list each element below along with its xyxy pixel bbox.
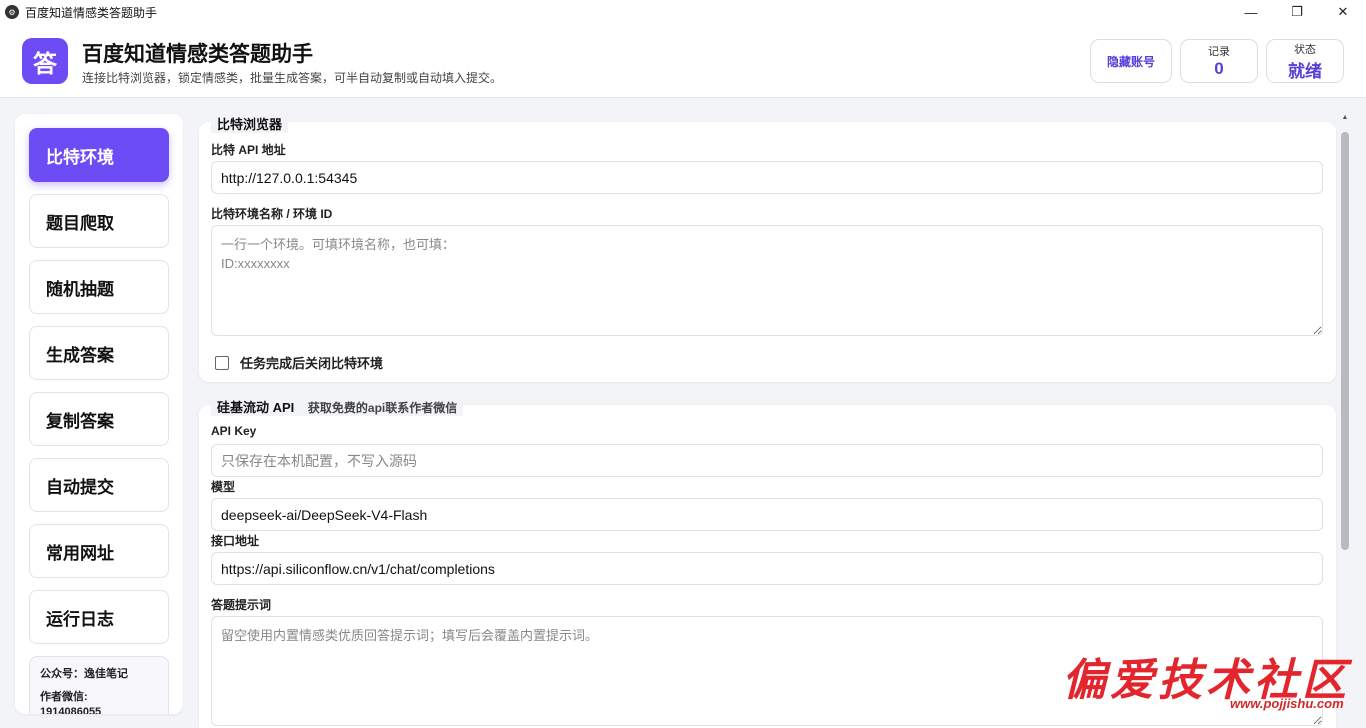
status-indicator: 状态 就绪 — [1266, 39, 1344, 83]
record-counter: 记录 0 — [1180, 39, 1258, 83]
watermark-url: www.pojjishu.com — [1230, 696, 1344, 711]
window-controls: — ❐ ✕ — [1228, 0, 1366, 24]
app-title: 百度知道情感类答题助手 — [82, 43, 313, 66]
bit-api-label: 比特 API 地址 — [211, 143, 286, 157]
public-account-text: 公众号：逸佳笔记 — [40, 668, 128, 680]
author-wechat-value: 1914086055 — [40, 706, 102, 714]
scroll-up-arrow-icon[interactable]: ▲ — [1341, 114, 1349, 122]
api-hint-text: 获取免费的api联系作者微信 — [307, 401, 458, 415]
silicon-api-legend: 硅基流动 API 获取免费的api联系作者微信 — [211, 397, 464, 416]
sidebar-item-run-log[interactable]: 运行日志 — [29, 590, 169, 644]
bit-browser-legend: 比特浏览器 — [211, 114, 289, 133]
author-info: 公众号：逸佳笔记 作者微信: 1914086055 — [29, 656, 169, 714]
endpoint-input[interactable] — [211, 552, 1323, 585]
close-env-option: 任务完成后关闭比特环境 — [215, 353, 383, 372]
sidebar-nav: 比特环境 题目爬取 随机抽题 生成答案 复制答案 自动提交 常用网址 运行日志 … — [15, 114, 183, 714]
bit-browser-panel: 比特浏览器 比特 API 地址 比特环境名称 / 环境 ID 任务完成后关闭比特… — [199, 114, 1336, 382]
bit-env-textarea[interactable] — [211, 225, 1323, 336]
prompt-label: 答题提示词 — [211, 598, 272, 612]
main-scrollbar[interactable]: ▲ — [1340, 114, 1350, 714]
sidebar-item-common-urls[interactable]: 常用网址 — [29, 524, 169, 578]
model-input[interactable] — [211, 498, 1323, 531]
window-titlebar: ⚙ 百度知道情感类答题助手 — ❐ ✕ — [0, 0, 1366, 24]
record-value: 0 — [1214, 59, 1224, 78]
close-env-checkbox[interactable] — [215, 355, 229, 370]
sidebar-item-auto-submit[interactable]: 自动提交 — [29, 458, 169, 512]
close-button[interactable]: ✕ — [1320, 0, 1366, 24]
api-key-label: API Key — [211, 424, 257, 438]
api-key-input[interactable] — [211, 444, 1323, 477]
app-icon: ⚙ — [5, 5, 19, 19]
site-watermark: 偏爱技术社区 www.pojjishu.com — [1062, 644, 1362, 728]
model-label: 模型 — [211, 480, 236, 494]
sidebar-item-generate-answers[interactable]: 生成答案 — [29, 326, 169, 380]
maximize-button[interactable]: ❐ — [1274, 0, 1320, 24]
main-content: 比特浏览器 比特 API 地址 比特环境名称 / 环境 ID 任务完成后关闭比特… — [199, 114, 1336, 728]
bit-env-label: 比特环境名称 / 环境 ID — [211, 207, 333, 221]
close-env-label: 任务完成后关闭比特环境 — [240, 356, 384, 371]
app-subtitle: 连接比特浏览器，锁定情感类，批量生成答案，可半自动复制或自动填入提交。 — [82, 71, 503, 85]
status-label: 状态 — [1294, 43, 1316, 56]
app-logo: 答 — [22, 38, 68, 84]
hide-account-button[interactable]: 隐藏账号 — [1090, 39, 1172, 83]
scrollbar-thumb[interactable] — [1341, 132, 1349, 550]
window-title: 百度知道情感类答题助手 — [25, 5, 158, 20]
app-header: 答 百度知道情感类答题助手 连接比特浏览器，锁定情感类，批量生成答案，可半自动复… — [0, 24, 1366, 98]
sidebar-item-crawl-questions[interactable]: 题目爬取 — [29, 194, 169, 248]
record-label: 记录 — [1208, 46, 1230, 58]
sidebar-item-random-pick[interactable]: 随机抽题 — [29, 260, 169, 314]
minimize-button[interactable]: — — [1228, 0, 1274, 24]
sidebar-item-bit-env[interactable]: 比特环境 — [29, 128, 169, 182]
author-wechat-label: 作者微信: — [40, 691, 88, 703]
endpoint-label: 接口地址 — [211, 534, 260, 548]
sidebar-item-copy-answers[interactable]: 复制答案 — [29, 392, 169, 446]
bit-api-input[interactable] — [211, 161, 1323, 194]
status-value: 就绪 — [1288, 61, 1322, 81]
